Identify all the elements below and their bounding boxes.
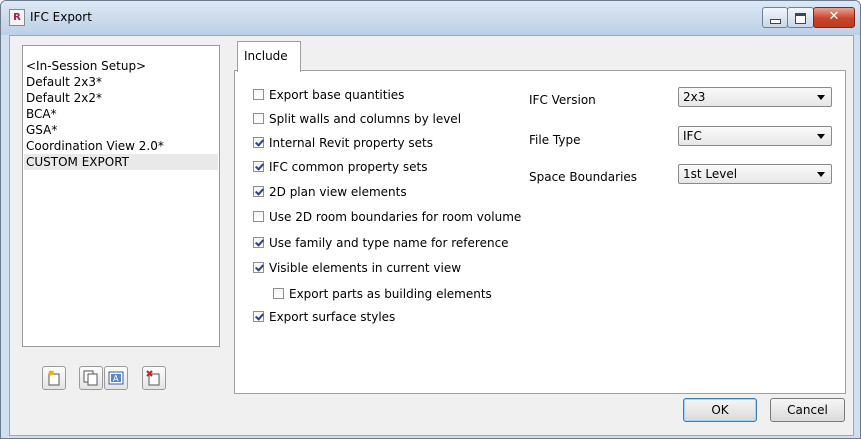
checkbox-checked[interactable] — [253, 161, 264, 172]
checkbox-checked[interactable] — [253, 186, 264, 197]
option-label: Export base quantities — [269, 88, 405, 102]
minimize-button[interactable] — [762, 7, 788, 28]
delete-icon — [146, 370, 160, 386]
title-bar[interactable]: R IFC Export ✕ — [1, 1, 860, 35]
chevron-down-icon — [817, 95, 825, 100]
setup-list-item[interactable]: GSA* — [24, 122, 218, 138]
option-label: 2D plan view elements — [269, 185, 407, 199]
setup-list[interactable]: <In-Session Setup> Default 2x3* Default … — [22, 45, 220, 347]
option-label: Export parts as building elements — [289, 287, 492, 301]
space-boundaries-select[interactable]: 1st Level — [678, 164, 832, 184]
rename-setup-button[interactable]: A — [104, 366, 128, 390]
file-type-select[interactable]: IFC — [678, 126, 832, 146]
checkbox-checked[interactable] — [253, 137, 264, 148]
delete-setup-button[interactable] — [142, 366, 166, 390]
setup-list-item[interactable]: Default 2x2* — [24, 90, 218, 106]
new-setup-icon — [48, 370, 60, 386]
space-boundaries-label: Space Boundaries — [529, 170, 638, 184]
space-boundaries-value: 1st Level — [683, 167, 738, 181]
ifc-version-value: 2x3 — [683, 90, 706, 104]
option-label: Internal Revit property sets — [269, 136, 433, 150]
file-type-value: IFC — [683, 129, 702, 143]
tab-label: Include — [244, 49, 288, 63]
maximize-icon — [795, 13, 806, 24]
checkbox[interactable] — [273, 288, 284, 299]
ok-button[interactable]: OK — [683, 398, 757, 422]
option-label: Export surface styles — [269, 310, 396, 324]
rename-icon: A — [108, 371, 124, 385]
window-title: IFC Export — [30, 10, 92, 24]
checkbox[interactable] — [253, 113, 264, 124]
new-setup-button[interactable] — [42, 366, 66, 390]
close-icon: ✕ — [828, 9, 840, 24]
setup-list-item[interactable]: Default 2x3* — [24, 74, 218, 90]
setup-list-item[interactable]: <In-Session Setup> — [24, 58, 218, 74]
svg-text:A: A — [113, 374, 119, 383]
ifc-version-label: IFC Version — [529, 93, 596, 107]
cancel-button[interactable]: Cancel — [770, 398, 845, 422]
chevron-down-icon — [817, 134, 825, 139]
checkbox-checked[interactable] — [253, 262, 264, 273]
checkbox-checked[interactable] — [253, 237, 264, 248]
file-type-label: File Type — [529, 133, 581, 147]
duplicate-setup-button[interactable] — [79, 366, 103, 390]
checkbox-checked[interactable] — [253, 311, 264, 322]
checkbox[interactable] — [253, 211, 264, 222]
setup-list-item-selected[interactable]: CUSTOM EXPORT — [24, 154, 218, 170]
ifc-version-select[interactable]: 2x3 — [678, 87, 832, 107]
option-label: Use 2D room boundaries for room volume — [269, 210, 522, 224]
tab-include[interactable]: Include — [237, 41, 301, 72]
option-label: Visible elements in current view — [269, 261, 462, 275]
close-button[interactable]: ✕ — [813, 7, 855, 28]
setup-list-item[interactable]: Coordination View 2.0* — [24, 138, 218, 154]
option-label: Use family and type name for reference — [269, 236, 509, 250]
minimize-icon — [770, 19, 781, 24]
checkbox[interactable] — [253, 89, 264, 100]
maximize-button[interactable] — [787, 7, 814, 28]
chevron-down-icon — [817, 172, 825, 177]
revit-app-icon: R — [9, 9, 25, 26]
option-label: IFC common property sets — [269, 160, 428, 174]
option-label: Split walls and columns by level — [269, 112, 462, 126]
setup-list-item[interactable]: BCA* — [24, 106, 218, 122]
duplicate-icon — [83, 370, 98, 386]
